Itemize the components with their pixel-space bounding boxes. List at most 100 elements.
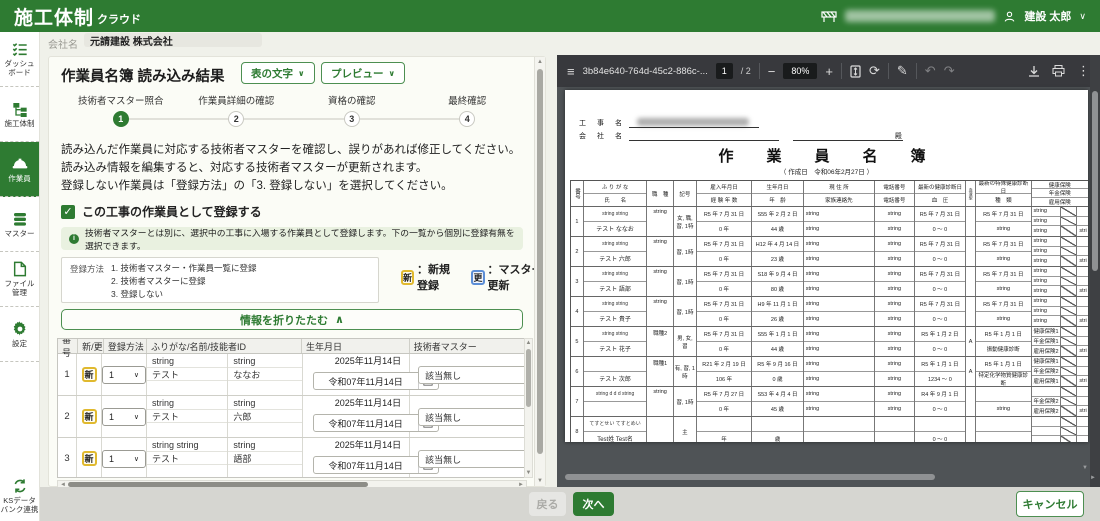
company-name-label: 会社名 xyxy=(48,40,78,51)
sidebar: ダッシュ ボード 施工体制 作業員 マスター ファイル 管理 設定 KSデータ バンク連携 xyxy=(0,32,40,521)
wizard-stepper: 技術者マスター照合 1 作業員詳細の確認 2 資格の確認 3 最終確認 4 xyxy=(63,93,525,135)
registration-method-select[interactable]: 1 ∨ xyxy=(102,407,147,426)
company-name-field[interactable]: 元請建設 株式会社 xyxy=(84,33,262,48)
scroll-up-icon[interactable]: ▲ xyxy=(535,59,545,65)
table-text-dropdown[interactable]: 表の文字 ∨ xyxy=(241,62,315,84)
pdf-filename: 3b84e640-764d-45c2-886c-... xyxy=(582,65,708,77)
engineer-master-input[interactable]: 該当無し xyxy=(418,366,526,384)
gear-icon xyxy=(13,320,26,335)
chevron-down-icon: ∨ xyxy=(133,413,140,421)
sidebar-item-sagyouin[interactable]: 作業員 xyxy=(0,142,39,197)
doc-koji-value-redacted xyxy=(637,118,749,126)
table-row: 2 新 1 ∨ string テスト string 六郎 2025年11月14日 令和07年11月… xyxy=(58,396,526,438)
scroll-right-icon[interactable]: ► xyxy=(1090,475,1096,481)
new-badge: 新 xyxy=(81,451,97,466)
chevron-down-icon: ∨ xyxy=(388,68,396,78)
worker-table-header: 番号 新/更 登録方法 ふりがな/名前/技能者ID 生年月日 技術者マスター xyxy=(58,339,526,358)
file-icon xyxy=(13,261,26,277)
step-circle: 3 xyxy=(343,111,360,127)
table-row: 1 新 1 ∨ string テスト string ななお 2025年11月14日 令和07年11… xyxy=(58,354,526,396)
sync-icon xyxy=(14,479,25,493)
zoom-in-icon[interactable]: + xyxy=(825,64,833,79)
new-badge: 新 xyxy=(81,367,97,382)
rotate-icon[interactable]: ⟳ xyxy=(869,63,880,79)
roster-row: 3 string string テスト 語部 string 習, 1時 R5 年 7 月 … xyxy=(571,267,1088,297)
roster-row: 5 string string テスト 花子 職種2 男, 女, 習 R5 年 7 月 3… xyxy=(571,327,1088,357)
registration-method-select[interactable]: 1 ∨ xyxy=(102,365,147,384)
checkbox-checked-icon: ✓ xyxy=(61,204,75,219)
registration-method-legend: 登録方法 1. 技術者マスター・作業員一覧に登録 2. 技術者マスターに登録 3. … xyxy=(61,257,379,303)
pdf-menu-icon[interactable]: ≡ xyxy=(567,64,575,79)
scroll-down-icon[interactable]: ▼ xyxy=(1082,465,1088,471)
pdf-horizontal-scrollbar[interactable] xyxy=(561,473,1081,481)
doc-kaisha-label: 会 社 名 xyxy=(579,133,624,140)
undo-icon[interactable]: ↶ xyxy=(925,63,936,79)
download-icon[interactable] xyxy=(1028,65,1040,78)
back-button[interactable]: 戻る xyxy=(529,492,566,516)
engineer-master-input[interactable]: 該当無し xyxy=(418,450,526,468)
worker-table-vertical-scrollbar[interactable]: ▲ ▼ xyxy=(524,338,533,478)
user-icon xyxy=(1004,11,1015,22)
footer-bar: 戻る 次へ キャンセル xyxy=(40,487,1100,521)
pdf-zoom-level[interactable]: 80% xyxy=(783,63,818,79)
zoom-out-icon[interactable]: − xyxy=(768,64,776,79)
redo-icon[interactable]: ↷ xyxy=(944,63,955,79)
new-badge: 新 xyxy=(81,409,97,424)
user-name[interactable]: 建設 太郎 xyxy=(1024,8,1071,24)
sidebar-item-settei[interactable]: 設定 xyxy=(0,307,39,362)
chevron-down-icon: ∨ xyxy=(298,68,305,78)
preview-dropdown[interactable]: プレビュー ∨ xyxy=(321,62,405,84)
checklist-icon xyxy=(12,43,27,57)
barricade-icon xyxy=(821,11,837,22)
roster-row: 2 string string テスト 六郎 string 習, 1時 R5 年 7 月 … xyxy=(571,237,1088,267)
doc-title: 作 業 員 名 簿 xyxy=(718,149,935,165)
doc-roster-table: 番号ふ り が な氏 名職 種記号 雇入年月日経 験 年 数生年月日年 齢現 住 … xyxy=(570,180,1088,442)
worker-table: 番号 新/更 登録方法 ふりがな/名前/技能者ID 生年月日 技術者マスター 1 新 1 ∨ str… xyxy=(57,338,527,478)
panel-scrollbar[interactable]: ▲ ▼ xyxy=(534,57,545,486)
sidebar-item-dashboard[interactable]: ダッシュ ボード xyxy=(0,32,39,87)
pdf-vertical-scrollbar[interactable] xyxy=(1090,55,1100,487)
project-name-redacted[interactable] xyxy=(845,10,996,22)
doc-date: （ 作成日 令和06年2月27日 ） xyxy=(779,169,874,176)
instructions: 読み込んだ作業員に対応する技術者マスターを確認し、誤りがあれば修正してください。… xyxy=(61,144,521,192)
annotate-pen-icon[interactable]: ✎ xyxy=(897,63,908,79)
roster-row: 4 string string テスト 貴子 string 習, 1時 R5 年 7 月 … xyxy=(571,297,1088,327)
more-options-icon[interactable]: ⋮ xyxy=(1077,63,1090,79)
engineer-master-input[interactable]: 該当無し xyxy=(418,408,526,426)
register-worker-checkbox[interactable]: ✓ この工事の作業員として登録する xyxy=(61,203,262,220)
step-circle: 2 xyxy=(228,111,245,127)
print-icon[interactable] xyxy=(1052,65,1065,77)
roster-row: 1 string string テスト ななお string 女, 職, 習, 1特 R5… xyxy=(571,207,1088,237)
step-1: 技術者マスター照合 1 xyxy=(63,93,179,127)
roster-row: 7 string d d d string string 習, 1時 R5 年 7 月 … xyxy=(571,387,1088,417)
sidebar-item-master[interactable]: マスター xyxy=(0,197,39,252)
pdf-page: 工 事 名 会 社 名 殿 作 業 員 名 簿 （ 作成日 令和06年2月27日… xyxy=(565,90,1088,442)
sidebar-item-sekou-taisei[interactable]: 施工体制 xyxy=(0,87,39,142)
cancel-button[interactable]: キャンセル xyxy=(1016,491,1084,517)
page-title: 作業員名簿 読み込み結果 xyxy=(61,69,225,85)
pdf-page-input[interactable]: 1 xyxy=(715,63,733,79)
info-note: i 技術者マスターとは別に、選択中の工事に入場する作業員として登録します。下の一… xyxy=(61,227,523,251)
fit-page-icon[interactable] xyxy=(850,64,861,78)
helmet-icon xyxy=(12,158,27,168)
scroll-up-icon[interactable]: ▲ xyxy=(525,340,532,346)
app-logo-sub: クラウド xyxy=(97,13,142,26)
database-icon xyxy=(13,212,26,226)
chevron-down-icon: ∨ xyxy=(133,371,140,379)
import-result-panel: 作業員名簿 読み込み結果 表の文字 ∨ プレビュー ∨ 技術者マスター照合 1 作業員詳… xyxy=(48,56,546,489)
scroll-down-icon[interactable]: ▼ xyxy=(525,470,532,476)
step-4: 最終確認 4 xyxy=(410,93,526,127)
sidebar-item-file-kanri[interactable]: ファイル 管理 xyxy=(0,252,39,307)
registration-method-select[interactable]: 1 ∨ xyxy=(102,449,147,468)
collapse-info-button[interactable]: 情報を折りたたむ ∧ xyxy=(61,309,523,330)
new-badge: 新 xyxy=(401,269,415,285)
user-menu-chevron-icon[interactable]: ∨ xyxy=(1079,11,1086,22)
next-button[interactable]: 次へ xyxy=(573,492,614,516)
scroll-down-icon[interactable]: ▼ xyxy=(535,478,545,484)
step-circle: 1 xyxy=(112,111,129,127)
step-circle: 4 xyxy=(459,111,476,127)
step-3: 資格の確認 3 xyxy=(294,93,410,127)
roster-header-row: 番号ふ り が な氏 名職 種記号 雇入年月日経 験 年 数生年月日年 齢現 住 … xyxy=(571,181,1088,207)
chevron-down-icon: ∨ xyxy=(133,455,140,463)
sidebar-item-ks-databank[interactable]: KSデータ バンク連携 xyxy=(0,471,39,521)
